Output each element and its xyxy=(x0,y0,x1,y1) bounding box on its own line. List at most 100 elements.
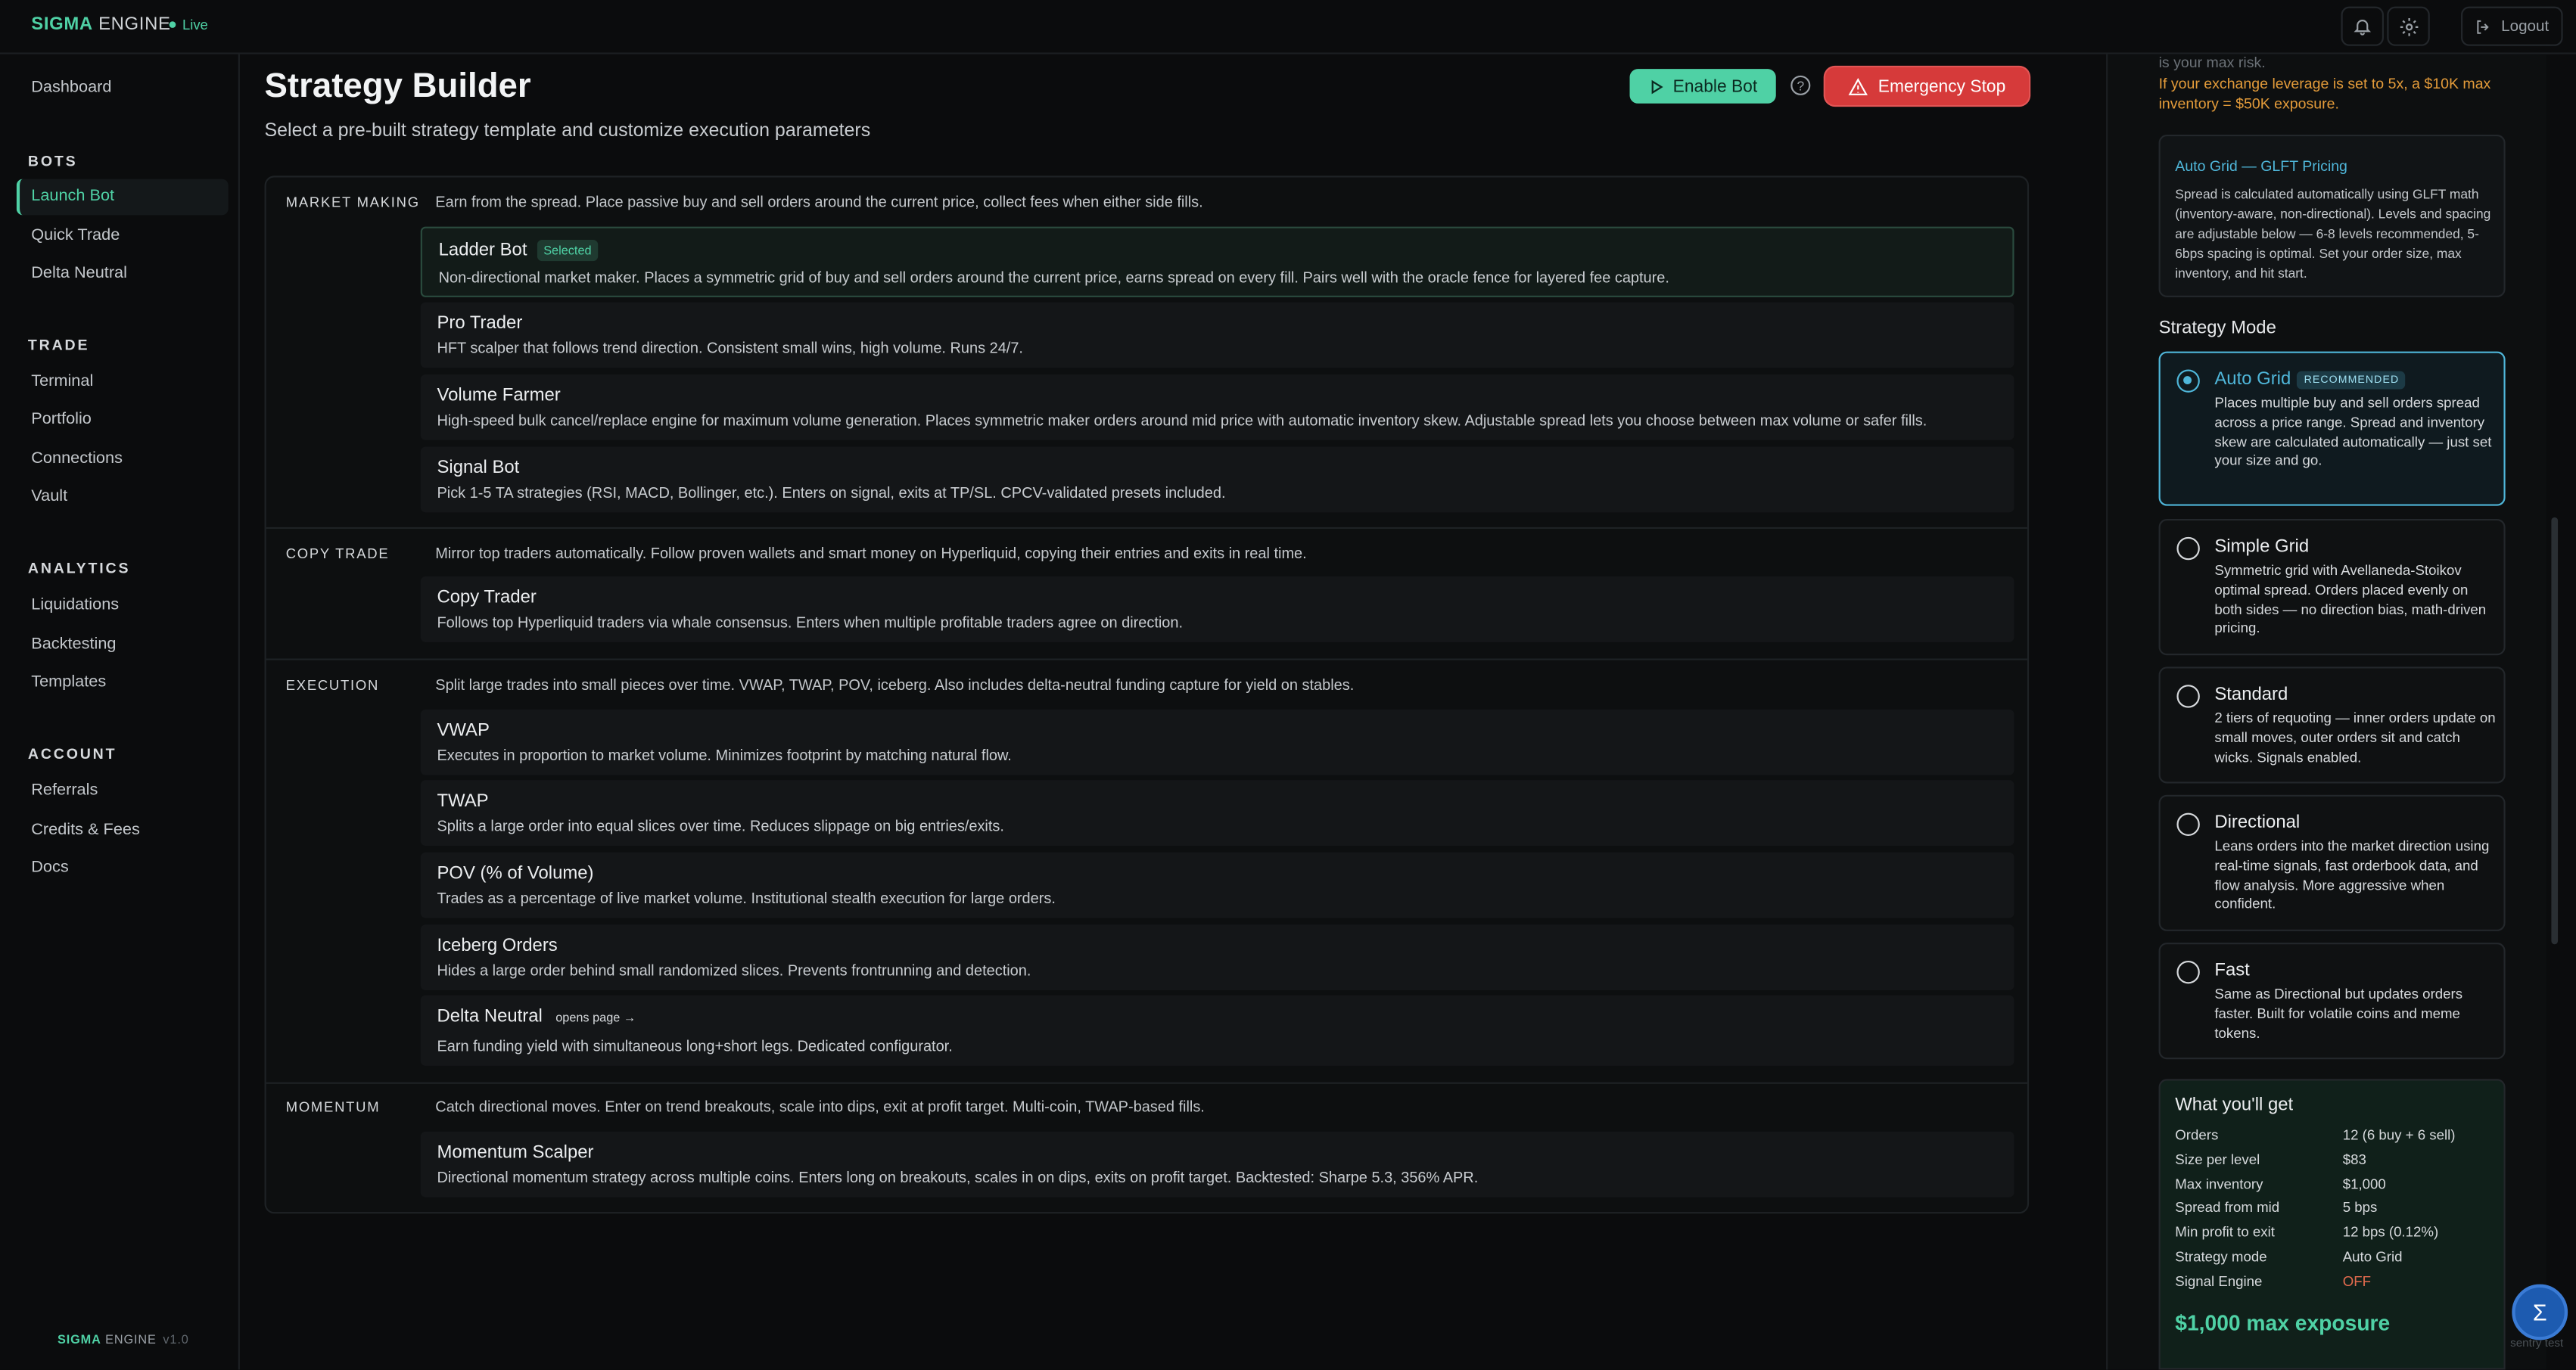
card-description: High-speed bulk cancel/replace engine fo… xyxy=(437,412,1927,429)
mode-option-auto-grid[interactable]: Auto Grid RECOMMENDED Places multiple buy… xyxy=(2158,351,2506,506)
card-title: VWAP xyxy=(437,721,490,741)
strategy-card-pro-trader[interactable]: Pro Trader HFT scalper that follows tren… xyxy=(420,302,2014,368)
sidebar-item-terminal[interactable]: Terminal xyxy=(31,373,93,391)
sidebar-item-connections[interactable]: Connections xyxy=(31,450,123,468)
mode-option-simple-grid[interactable]: Simple Grid Symmetric grid with Avellane… xyxy=(2158,519,2506,656)
emergency-stop-button[interactable]: Emergency Stop xyxy=(1825,67,2030,105)
summary-value: Auto Grid xyxy=(2342,1247,2403,1265)
section-label-momentum: MOMENTUM xyxy=(285,1098,381,1116)
strategy-card-iceberg[interactable]: Iceberg Orders Hides a large order behin… xyxy=(420,924,2014,991)
section-divider xyxy=(266,658,2027,660)
strategy-card-ladder-bot[interactable]: Ladder Bot Selected Non-directional marke… xyxy=(420,226,2014,297)
card-title: Delta Neutral opens page → xyxy=(437,1007,636,1027)
card-title: Copy Trader xyxy=(437,588,537,608)
card-title-text: Ladder Bot xyxy=(438,240,527,260)
card-description: Directional momentum strategy across mul… xyxy=(437,1169,1479,1186)
sidebar-item-backtesting[interactable]: Backtesting xyxy=(31,635,116,654)
sidebar-item-dashboard[interactable]: Dashboard xyxy=(31,79,111,97)
notifications-button[interactable] xyxy=(2341,6,2384,46)
mode-option-fast[interactable]: Fast Same as Directional but updates ord… xyxy=(2158,943,2506,1060)
mode-description: Places multiple buy and sell orders spre… xyxy=(2214,394,2492,469)
mode-name: Standard xyxy=(2214,685,2288,705)
card-title: Signal Bot xyxy=(437,458,520,478)
glft-title: Auto Grid — GLFT Pricing xyxy=(2175,157,2347,175)
sidebar-item-vault[interactable]: Vault xyxy=(31,488,67,506)
sidebar-item-templates[interactable]: Templates xyxy=(31,673,106,691)
card-title: Iceberg Orders xyxy=(437,936,558,956)
radio-icon xyxy=(2176,536,2200,561)
sidebar-item-docs[interactable]: Docs xyxy=(31,859,68,877)
mode-name: Simple Grid xyxy=(2214,536,2310,557)
sidebar-group-account: ACCOUNT xyxy=(27,745,117,763)
sidebar-item-referrals[interactable]: Referrals xyxy=(31,781,98,800)
mode-description: Leans orders into the market direction u… xyxy=(2214,837,2490,912)
summary-value: 5 bps xyxy=(2342,1198,2378,1216)
mode-option-standard[interactable]: Standard 2 tiers of requoting — inner or… xyxy=(2158,666,2506,784)
strategy-card-delta-neutral[interactable]: Delta Neutral opens page → Earn funding y… xyxy=(420,995,2014,1066)
card-title: POV (% of Volume) xyxy=(437,863,594,884)
card-description: Non-directional market maker. Places a s… xyxy=(438,269,1669,286)
summary-label: Spread from mid xyxy=(2175,1198,2280,1216)
sidebar-item-credits-fees[interactable]: Credits & Fees xyxy=(31,821,140,839)
page-subtitle: Select a pre-built strategy template and… xyxy=(264,121,871,141)
logout-label: Logout xyxy=(2501,17,2550,36)
strategy-card-copy-trader[interactable]: Copy Trader Follows top Hyperliquid trad… xyxy=(420,576,2014,642)
card-description: HFT scalper that follows trend direction… xyxy=(437,340,1023,357)
main-content: Strategy Builder Select a pre-built stra… xyxy=(240,54,2077,1370)
strategy-card-pov[interactable]: POV (% of Volume) Trades as a percentage… xyxy=(420,852,2014,918)
logout-button[interactable]: Logout xyxy=(2461,6,2563,46)
strategy-templates-panel: MARKET MAKING Earn from the spread. Plac… xyxy=(264,176,2030,1214)
strategy-card-volume-farmer[interactable]: Volume Farmer High-speed bulk cancel/rep… xyxy=(420,374,2014,440)
opens-page-link[interactable]: opens page → xyxy=(555,1009,636,1024)
max-exposure: $1,000 max exposure xyxy=(2175,1310,2391,1335)
summary-label: Max inventory xyxy=(2175,1176,2263,1193)
brand-logo[interactable]: SIGMA ENGINE xyxy=(31,15,170,35)
card-title: TWAP xyxy=(437,791,489,812)
summary-value: $83 xyxy=(2342,1151,2366,1168)
summary-title: What you'll get xyxy=(2175,1095,2294,1116)
sidebar-item-liquidations[interactable]: Liquidations xyxy=(31,596,119,614)
recommended-badge: RECOMMENDED xyxy=(2297,370,2406,389)
mode-name-text: Auto Grid xyxy=(2214,369,2291,390)
card-description: Executes in proportion to market volume.… xyxy=(437,747,1012,764)
card-description: Follows top Hyperliquid traders via whal… xyxy=(437,614,1184,631)
brand-sigma: SIGMA xyxy=(31,14,93,35)
mode-option-directional[interactable]: Directional Leans orders into the market… xyxy=(2158,794,2506,931)
footer-sigma: SIGMA xyxy=(57,1331,101,1347)
strategy-card-twap[interactable]: TWAP Splits a large order into equal sli… xyxy=(420,780,2014,847)
sidebar-item-quick-trade[interactable]: Quick Trade xyxy=(31,227,120,245)
section-label-copy-trade: COPY TRADE xyxy=(285,545,390,562)
enable-bot-button[interactable]: Enable Bot xyxy=(1629,69,1776,104)
settings-button[interactable] xyxy=(2387,6,2430,46)
sidebar-item-delta-neutral[interactable]: Delta Neutral xyxy=(31,265,127,283)
strategy-card-vwap[interactable]: VWAP Executes in proportion to market vo… xyxy=(420,709,2014,775)
sidebar-item-portfolio[interactable]: Portfolio xyxy=(31,411,92,429)
sigma-chat-button[interactable]: Σ xyxy=(2512,1284,2568,1340)
sidebar-item-launch-bot[interactable]: Launch Bot xyxy=(31,187,114,205)
card-title: Pro Trader xyxy=(437,313,523,334)
mode-name: Fast xyxy=(2214,960,2250,981)
fab-caption: sentry test xyxy=(2510,1338,2564,1350)
sidebar: Dashboard BOTS Launch Bot Quick Trade De… xyxy=(0,54,240,1370)
bell-icon xyxy=(2354,20,2372,36)
strategy-mode-title: Strategy Mode xyxy=(2158,318,2276,339)
summary-label: Strategy mode xyxy=(2175,1247,2267,1265)
card-description: Hides a large order behind small randomi… xyxy=(437,962,1031,979)
summary-label: Orders xyxy=(2175,1126,2219,1143)
card-title: Ladder Bot Selected xyxy=(438,239,599,262)
card-description: Splits a large order into equal slices o… xyxy=(437,818,1004,834)
strategy-card-signal-bot[interactable]: Signal Bot Pick 1-5 TA strategies (RSI, … xyxy=(420,446,2014,513)
section-desc-market-making: Earn from the spread. Place passive buy … xyxy=(435,194,1203,210)
emergency-stop-label: Emergency Stop xyxy=(1878,76,2006,96)
risk-note: is your max risk. xyxy=(2158,54,2266,71)
help-icon[interactable]: ? xyxy=(1790,75,1811,95)
selected-badge: Selected xyxy=(537,239,599,262)
card-description: Trades as a percentage of live market vo… xyxy=(437,890,1056,907)
top-bar: SIGMA ENGINE Live Logout xyxy=(0,0,2576,54)
live-dot-icon xyxy=(169,20,176,28)
scrollbar[interactable] xyxy=(2551,517,2559,945)
warning-icon xyxy=(1848,76,1868,95)
card-description: Pick 1-5 TA strategies (RSI, MACD, Bolli… xyxy=(437,484,1226,502)
card-description: Earn funding yield with simultaneous lon… xyxy=(437,1038,953,1055)
strategy-card-momentum-scalper[interactable]: Momentum Scalper Directional momentum st… xyxy=(420,1131,2014,1198)
